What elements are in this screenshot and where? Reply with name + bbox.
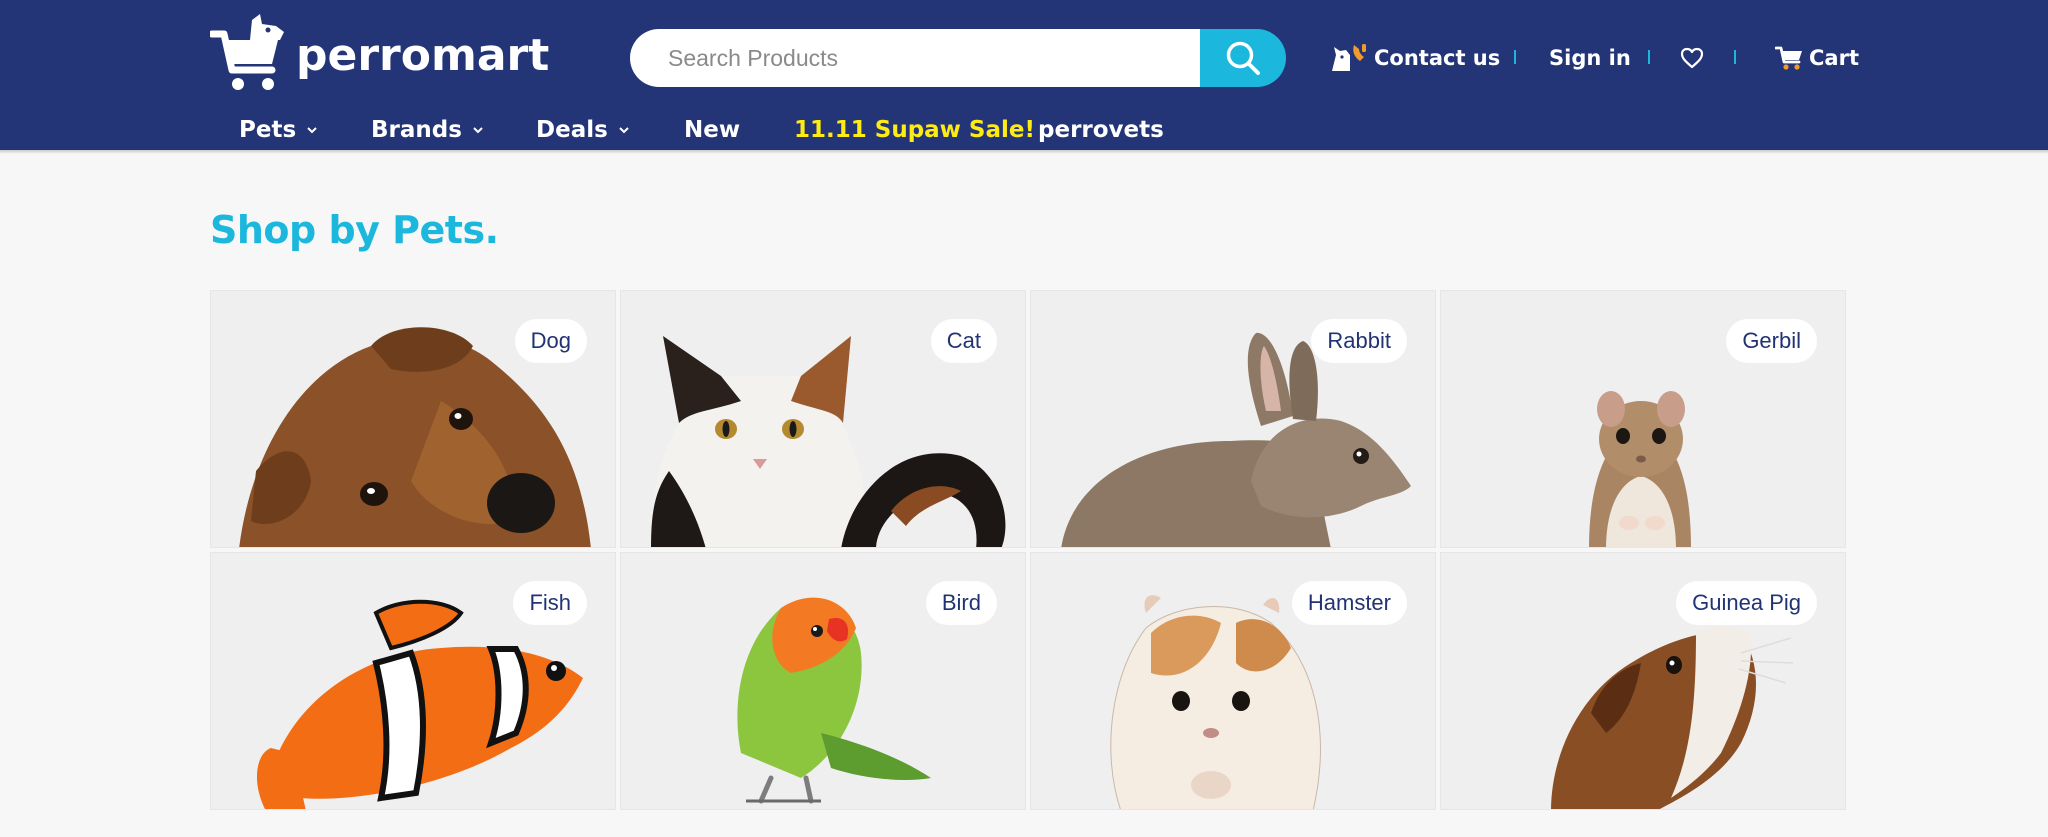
nav-item-deals[interactable]: Deals <box>536 112 630 148</box>
pet-label: Hamster <box>1291 581 1407 625</box>
nav-item-label: Deals <box>536 117 608 143</box>
dog-phone-icon <box>1332 44 1366 71</box>
cart-dog-logo-icon <box>210 14 284 90</box>
nav-item-label: 11.11 Supaw Sale! <box>794 117 1035 143</box>
header-divider <box>1734 50 1736 64</box>
search-input[interactable] <box>630 29 1200 87</box>
pet-label: Bird <box>925 581 997 625</box>
chevron-down-icon <box>619 127 629 134</box>
pet-label: Cat <box>930 319 997 363</box>
nav-item-sale[interactable]: 11.11 Supaw Sale! <box>794 112 1035 148</box>
nav-item-pets[interactable]: Pets <box>239 112 318 148</box>
nav-item-label: perrovets <box>1038 117 1164 143</box>
nav-item-brands[interactable]: Brands <box>371 112 484 148</box>
heart-icon <box>1680 47 1704 69</box>
pet-tile-bird[interactable]: Bird <box>620 552 1026 810</box>
nav-item-new[interactable]: New <box>684 112 740 148</box>
search-icon <box>1226 41 1260 75</box>
pet-tile-rabbit[interactable]: Rabbit <box>1030 290 1436 548</box>
pet-tile-dog[interactable]: Dog <box>210 290 616 548</box>
pet-tile-gerbil[interactable]: Gerbil <box>1440 290 1846 548</box>
sign-in-label: Sign in <box>1549 46 1631 70</box>
pet-tile-guinea-pig[interactable]: Guinea Pig <box>1440 552 1846 810</box>
contact-us-link[interactable]: Contact us <box>1328 40 1500 76</box>
header-divider <box>1648 50 1650 64</box>
nav-item-label: Brands <box>371 117 462 143</box>
pet-label: Rabbit <box>1311 319 1407 363</box>
nav-item-label: Pets <box>239 117 297 143</box>
sign-in-link[interactable]: Sign in <box>1549 40 1631 76</box>
pet-tile-cat[interactable]: Cat <box>620 290 1026 548</box>
pet-label: Dog <box>514 319 587 363</box>
pet-label: Guinea Pig <box>1676 581 1817 625</box>
cart-label: Cart <box>1809 46 1859 70</box>
chevron-down-icon <box>473 127 483 134</box>
pet-tile-fish[interactable]: Fish <box>210 552 616 810</box>
pet-category-grid: Dog Cat Rabbit Gerbil Fish Bird Hamster … <box>210 290 1846 810</box>
section-title: Shop by Pets. <box>210 208 499 252</box>
chevron-down-icon <box>307 127 317 134</box>
contact-us-label: Contact us <box>1374 46 1501 70</box>
cart-icon <box>1775 46 1802 70</box>
search-button[interactable] <box>1200 29 1286 87</box>
search-bar <box>630 29 1286 87</box>
brand-name: perromart <box>296 29 550 81</box>
header-divider <box>1514 50 1516 64</box>
pet-tile-hamster[interactable]: Hamster <box>1030 552 1436 810</box>
pet-label: Gerbil <box>1726 319 1817 363</box>
pet-label: Fish <box>513 581 587 625</box>
nav-item-label: New <box>684 117 741 143</box>
wishlist-link[interactable] <box>1680 40 1704 76</box>
brand-logo[interactable]: perromart <box>210 12 549 94</box>
cart-link[interactable]: Cart <box>1775 40 1859 76</box>
site-header: perromart Contact us Sign in <box>0 0 2048 154</box>
nav-item-perrovets[interactable]: perrovets <box>1038 112 1164 148</box>
